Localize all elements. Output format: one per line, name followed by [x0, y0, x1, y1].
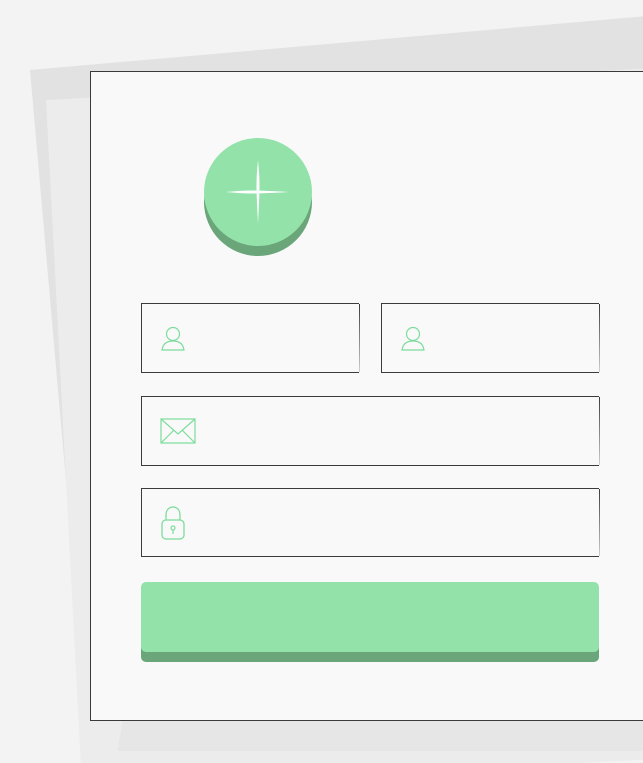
padlock-icon	[161, 505, 185, 540]
first-name-input[interactable]	[208, 304, 353, 374]
user-icon	[401, 326, 425, 351]
email-field[interactable]	[141, 396, 600, 467]
submit-button[interactable]	[141, 582, 599, 662]
user-icon	[161, 326, 185, 351]
signup-page	[0, 0, 643, 763]
envelope-icon	[160, 418, 196, 444]
plus-sparkle-icon	[226, 160, 290, 224]
add-avatar-button[interactable]	[204, 138, 312, 256]
card-shadow	[117, 721, 643, 751]
password-input[interactable]	[208, 489, 593, 558]
last-name-input[interactable]	[448, 304, 593, 374]
email-input[interactable]	[208, 397, 593, 467]
last-name-field[interactable]	[381, 303, 600, 374]
first-name-field[interactable]	[141, 303, 360, 374]
password-field[interactable]	[141, 488, 600, 558]
submit-button-face	[141, 582, 599, 652]
